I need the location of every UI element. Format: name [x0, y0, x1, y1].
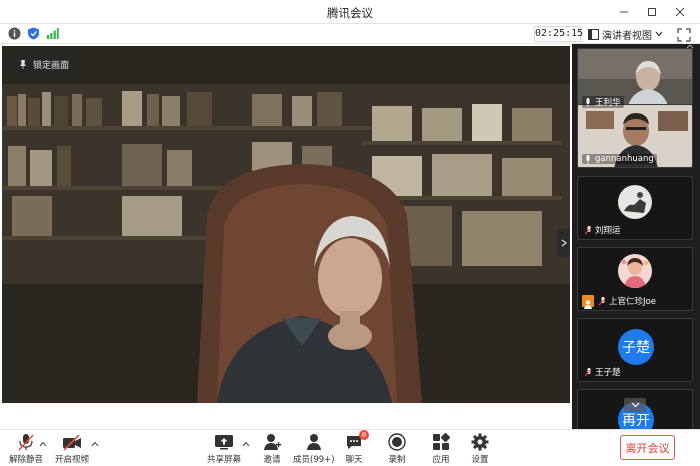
shield-icon — [28, 27, 39, 40]
mic-muted-icon — [585, 225, 591, 234]
speaker-video-frame — [2, 46, 570, 403]
chevron-up-icon — [91, 441, 99, 447]
host-badge — [582, 295, 594, 309]
fullscreen-icon — [677, 28, 691, 42]
chat-unread-badge: 8 — [359, 430, 369, 440]
invite-button[interactable]: 邀请 — [262, 433, 282, 465]
person-icon — [584, 300, 592, 309]
avatar — [618, 185, 652, 219]
settings-button[interactable]: 设置 — [470, 433, 490, 465]
participant-tile[interactable]: gannanhuang — [577, 104, 693, 168]
view-mode-dropdown[interactable]: 演讲者视图 — [588, 26, 663, 42]
members-icon — [306, 434, 321, 450]
view-mode-label: 演讲者视图 — [602, 30, 652, 42]
participant-name: gannanhuang — [595, 154, 654, 164]
participant-panel: 王利华 gannanhuang 刘翔运 上官仁珍Joe 子楚 王子楚 再开 — [572, 44, 700, 429]
participant-name: 王利华 — [595, 98, 621, 108]
settings-label: 设置 — [471, 455, 489, 465]
members-button[interactable]: 成员(99+) — [293, 433, 335, 465]
fullscreen-button[interactable] — [677, 27, 691, 42]
record-button[interactable]: 录制 — [387, 433, 407, 465]
mic-muted-icon — [18, 434, 34, 451]
window-controls — [612, 3, 692, 21]
lock-view-button[interactable]: 锁定画面 — [11, 54, 78, 74]
participant-name: 王子楚 — [595, 368, 621, 378]
participant-name-tag: 王利华 — [582, 96, 624, 108]
speaker-view-icon — [588, 28, 599, 40]
bottom-toolbar: 解除静音 开启视频 共享屏幕 邀请 成员(99+) 8 聊天 录制 应用 设置 … — [0, 429, 700, 466]
chevron-right-icon — [561, 239, 567, 247]
gear-icon — [471, 433, 489, 451]
participant-tile[interactable]: 子楚 王子楚 — [577, 318, 693, 382]
members-label: 成员(99+) — [293, 455, 335, 465]
participant-tile[interactable]: 王利华 — [577, 48, 693, 112]
avatar-image — [618, 254, 652, 288]
participant-name-tag: 刘翔运 — [582, 224, 624, 236]
collapse-panel-handle[interactable] — [558, 229, 570, 257]
leave-meeting-button[interactable]: 离开会议 — [620, 435, 675, 460]
chevron-up-icon — [242, 441, 250, 447]
meeting-info-button[interactable] — [8, 27, 21, 40]
participant-name-tag: 上官仁珍Joe — [596, 295, 659, 307]
record-icon — [388, 433, 406, 451]
participant-name-tag: 王子楚 — [582, 366, 624, 378]
title-bar: 腾讯会议 — [0, 0, 700, 24]
avatar-image — [618, 185, 652, 219]
close-icon — [675, 7, 685, 17]
close-button[interactable] — [668, 3, 692, 21]
record-label: 录制 — [388, 455, 406, 465]
participant-tile[interactable]: 刘翔运 — [577, 176, 693, 240]
meeting-timer: 02:25:15 — [534, 26, 583, 42]
main-video[interactable]: 锁定画面 — [2, 46, 570, 403]
chevron-down-icon — [655, 31, 663, 37]
avatar-initials: 子楚 — [618, 329, 654, 365]
maximize-icon — [648, 8, 656, 16]
participant-name: 刘翔运 — [595, 226, 621, 236]
camera-off-icon — [63, 434, 81, 451]
pin-icon — [20, 60, 26, 69]
minimize-button[interactable] — [612, 3, 636, 21]
panel-scroll-down[interactable] — [624, 398, 646, 412]
participant-tile[interactable]: 上官仁珍Joe — [577, 247, 693, 311]
add-user-icon — [264, 434, 281, 450]
apps-button[interactable]: 应用 — [431, 433, 451, 465]
share-options-caret[interactable] — [242, 440, 250, 450]
unmute-label: 解除静音 — [9, 455, 44, 465]
mic-muted-icon — [585, 367, 591, 376]
lock-view-label: 锁定画面 — [33, 60, 70, 71]
minimize-icon — [620, 11, 628, 13]
video-options-caret[interactable] — [91, 440, 99, 450]
share-screen-icon — [215, 435, 233, 450]
info-bar: 02:25:15 演讲者视图 — [0, 24, 700, 44]
stage-list-button[interactable] — [8, 401, 22, 403]
window-title: 腾讯会议 — [327, 6, 373, 20]
chat-label: 聊天 — [345, 455, 363, 465]
chat-button[interactable]: 8 聊天 — [344, 430, 369, 465]
info-icon — [8, 27, 21, 40]
network-button[interactable] — [46, 27, 59, 40]
mic-muted-icon — [599, 296, 605, 305]
meeting-info-icons — [8, 27, 59, 40]
security-button[interactable] — [27, 27, 40, 40]
signal-icon — [47, 28, 59, 39]
share-screen-label: 共享屏幕 — [207, 455, 242, 465]
avatar — [618, 254, 652, 288]
start-video-label: 开启视频 — [55, 455, 90, 465]
chevron-up-icon — [39, 441, 47, 447]
mic-icon — [586, 154, 590, 164]
unmute-button[interactable]: 解除静音 — [9, 433, 43, 465]
apps-grid-icon — [433, 433, 450, 450]
participant-name-tag: gannanhuang — [582, 154, 657, 164]
invite-label: 邀请 — [263, 455, 281, 465]
chevron-down-icon — [631, 402, 639, 408]
share-screen-button[interactable]: 共享屏幕 — [207, 433, 241, 465]
start-video-button[interactable]: 开启视频 — [55, 433, 89, 465]
audio-options-caret[interactable] — [39, 440, 47, 450]
maximize-button[interactable] — [640, 3, 664, 21]
mic-icon — [586, 97, 590, 107]
apps-label: 应用 — [432, 455, 450, 465]
participant-name: 上官仁珍Joe — [609, 297, 656, 307]
